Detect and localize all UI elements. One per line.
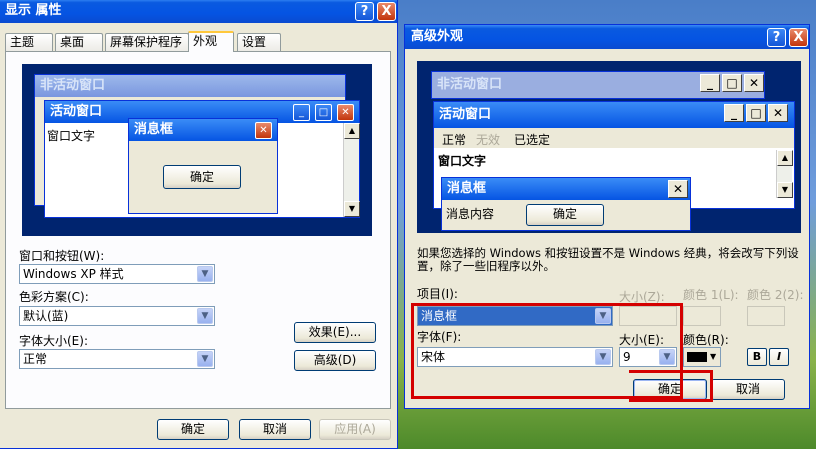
apply-button[interactable]: 应用(A) <box>319 419 391 440</box>
effects-button[interactable]: 效果(E)... <box>294 322 376 343</box>
adv-msgbox-ok: 确定 <box>526 204 604 226</box>
bold-button[interactable]: B <box>747 348 767 366</box>
adv-scroll-up-icon: ▲ <box>777 150 793 166</box>
highlight-outline-right <box>629 370 713 402</box>
menu-normal: 正常 <box>442 133 467 147</box>
window-title: 显示 属性 <box>5 3 62 18</box>
advanced-appearance-window: 高级外观 ? X 非活动窗口 _ □ ✕ 活动窗口 _ □ ✕ 正常 无效 已选… <box>404 24 810 409</box>
chevron-down-icon: ▼ <box>710 352 717 361</box>
adv-inactive-maximize-icon: □ <box>722 74 742 92</box>
adv-scrollbar: ▲ ▼ <box>776 150 793 198</box>
color1-label: 颜色 1(L): <box>683 288 739 302</box>
preview-window-text: 窗口文字 <box>47 129 96 143</box>
item-label: 项目(I): <box>417 287 458 301</box>
display-properties-titlebar[interactable]: 显示 属性 <box>0 0 397 23</box>
scroll-down-icon: ▼ <box>344 201 360 217</box>
adv-inactive-close-icon: ✕ <box>744 74 764 92</box>
menu-disabled: 无效 <box>476 133 501 147</box>
advanced-help-button[interactable]: ? <box>767 28 786 47</box>
color2-picker[interactable] <box>747 306 785 326</box>
display-properties-window: 显示 属性 ? X 主题 桌面 屏幕保护程序 外观 设置 非活动窗口 活动窗口 … <box>0 0 398 449</box>
color1-picker[interactable] <box>683 306 721 326</box>
advanced-titlebar[interactable]: 高级外观 <box>405 25 809 49</box>
help-button[interactable]: ? <box>355 2 374 21</box>
tab-screensaver[interactable]: 屏幕保护程序 <box>105 33 189 51</box>
adv-menubar: 正常 无效 已选定 <box>434 128 794 148</box>
font-size-select[interactable]: 正常 ▼ <box>19 349 215 369</box>
advanced-preview: 非活动窗口 _ □ ✕ 活动窗口 _ □ ✕ 正常 无效 已选定 窗口文字 ▲ … <box>417 61 801 233</box>
preview-minimize-icon: _ <box>293 104 310 121</box>
adv-minimize-icon: _ <box>724 104 744 122</box>
close-button[interactable]: X <box>377 2 396 21</box>
appearance-preview: 非活动窗口 活动窗口 _ □ ✕ 窗口文字 ▲ ▼ 消息框 ✕ 确定 <box>22 64 372 236</box>
adv-msgbox-title: 消息框 <box>442 178 690 200</box>
font-size-label: 字体大小(E): <box>19 334 88 348</box>
windows-buttons-select[interactable]: Windows XP 样式 ▼ <box>19 264 215 284</box>
color-scheme-select[interactable]: 默认(蓝) ▼ <box>19 306 215 326</box>
preview-msgbox: 消息框 ✕ 确定 <box>128 118 278 214</box>
tab-settings[interactable]: 设置 <box>237 33 281 51</box>
tab-appearance[interactable]: 外观 <box>188 31 234 52</box>
windows-buttons-value: Windows XP 样式 <box>23 267 124 281</box>
font-color-swatch <box>687 352 707 362</box>
cancel-button[interactable]: 取消 <box>239 419 311 440</box>
adv-inactive-minimize-icon: _ <box>700 74 720 92</box>
adv-msgbox: 消息框 ✕ 消息内容 确定 <box>441 177 691 231</box>
chevron-down-icon[interactable]: ▼ <box>197 266 213 282</box>
preview-scrollbar: ▲ ▼ <box>343 123 360 217</box>
color-scheme-value: 默认(蓝) <box>23 309 69 323</box>
adv-inactive-window: 非活动窗口 _ □ ✕ <box>431 71 765 99</box>
windows-buttons-label: 窗口和按钮(W): <box>19 249 105 263</box>
chevron-down-icon[interactable]: ▼ <box>197 308 213 324</box>
advanced-title: 高级外观 <box>411 29 464 44</box>
font-color-label: 颜色(R): <box>683 333 729 347</box>
preview-inactive-title: 非活动窗口 <box>35 75 345 97</box>
font-size-value: 正常 <box>23 352 48 366</box>
advanced-description: 如果您选择的 Windows 和按钮设置不是 Windows 经典，将会改写下列… <box>417 246 799 273</box>
scroll-up-icon: ▲ <box>344 123 360 139</box>
adv-window-text: 窗口文字 <box>438 154 487 168</box>
italic-button[interactable]: I <box>769 348 789 366</box>
chevron-down-icon[interactable]: ▼ <box>197 351 213 367</box>
advanced-close-button[interactable]: X <box>789 28 808 47</box>
appearance-panel: 非活动窗口 活动窗口 _ □ ✕ 窗口文字 ▲ ▼ 消息框 ✕ 确定 窗口和按钮… <box>5 51 391 409</box>
tab-themes[interactable]: 主题 <box>5 33 53 51</box>
adv-msgbox-close-icon: ✕ <box>668 180 688 198</box>
tab-desktop[interactable]: 桌面 <box>55 33 103 51</box>
preview-close-icon: ✕ <box>337 104 354 121</box>
advanced-button[interactable]: 高级(D) <box>294 350 376 371</box>
adv-scroll-down-icon: ▼ <box>777 182 793 198</box>
adv-close-icon: ✕ <box>768 104 788 122</box>
color-scheme-label: 色彩方案(C): <box>19 290 89 304</box>
menu-selected: 已选定 <box>514 133 551 147</box>
font-color-picker[interactable]: ▼ <box>683 347 721 367</box>
color2-label: 颜色 2(2): <box>747 288 804 302</box>
advanced-cancel-button[interactable]: 取消 <box>711 379 785 400</box>
preview-msgbox-ok: 确定 <box>163 165 241 189</box>
adv-maximize-icon: □ <box>746 104 766 122</box>
preview-msgbox-close-icon: ✕ <box>255 122 272 139</box>
preview-maximize-icon: □ <box>315 104 332 121</box>
adv-msgbox-content: 消息内容 <box>446 207 495 221</box>
ok-button[interactable]: 确定 <box>157 419 229 440</box>
